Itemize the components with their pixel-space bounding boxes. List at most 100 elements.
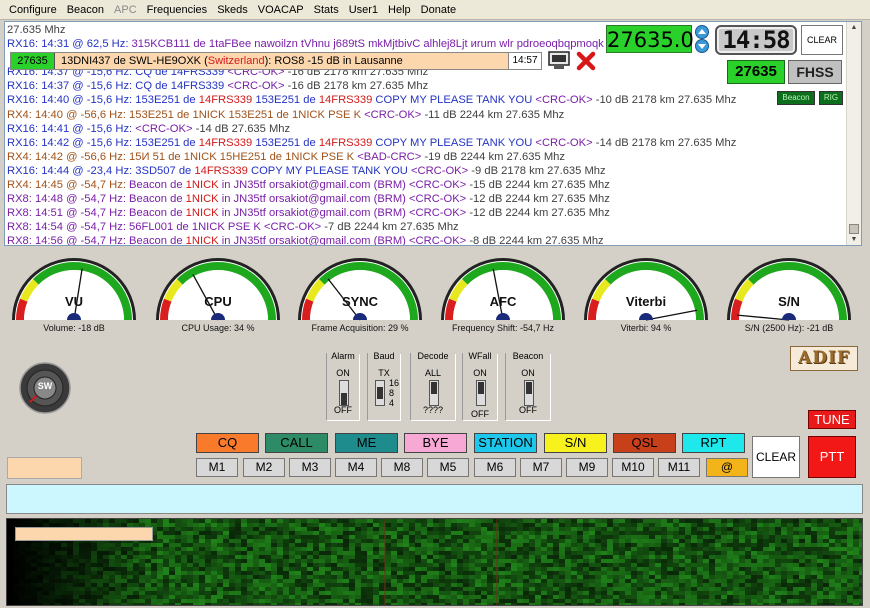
menu-user1[interactable]: User1: [344, 0, 383, 20]
memory-m8-button[interactable]: M8: [381, 458, 423, 477]
gauge-viterbi: Viterbi Viterbi: 94 %: [582, 258, 710, 334]
log-segment: COPY MY PLEASE TANK YOU: [247, 164, 411, 177]
gauge-title: Viterbi: [625, 294, 667, 309]
log-segment: RX16: 14:40 @ -15,6 Hz:: [7, 94, 136, 107]
memory-m11-button[interactable]: M11: [658, 458, 700, 477]
macro-call-button[interactable]: CALL: [265, 433, 328, 453]
spot-text: 13DNI437 de SWL-HE9OXK (Switzerland): RO…: [55, 55, 539, 67]
alarm-title: Alarm: [327, 351, 359, 361]
adif-button[interactable]: ADIF: [790, 346, 858, 371]
baud-switch-group: Baud TX 16 8 4: [367, 351, 401, 421]
menu-beacon[interactable]: Beacon: [62, 0, 109, 20]
macro-station-button[interactable]: STATION: [474, 433, 537, 453]
log-segment: RX4: 14:40 @ -56,6 Hz:: [7, 108, 130, 121]
log-segment: <BAD-CRC>: [357, 150, 422, 163]
log-segment: <CRC-OK>: [135, 122, 193, 135]
gauge-afc: AFC Frequency Shift: -54,7 Hz: [439, 258, 567, 334]
log-segment: RX16: 14:44 @ -23,4 Hz:: [7, 164, 136, 177]
menu-voacap[interactable]: VOACAP: [253, 0, 309, 20]
baud-toggle[interactable]: [375, 380, 385, 406]
memory-m3-button[interactable]: M3: [289, 458, 331, 477]
waterfall-label: [15, 527, 153, 541]
scroll-thumb[interactable]: [849, 224, 859, 234]
frequency-display[interactable]: 27635.0: [606, 25, 694, 53]
gauge-title: S/N: [778, 294, 800, 309]
memory-m6-button[interactable]: M6: [474, 458, 516, 477]
log-segment: <CRC-OK>: [364, 108, 422, 121]
wfall-off-label: OFF: [471, 409, 489, 419]
gauge-caption: Volume: -18 dB: [43, 323, 105, 333]
log-segment: 1NICK: [185, 235, 219, 246]
macro-s-n-button[interactable]: S/N: [544, 433, 607, 453]
macro-cq-button[interactable]: CQ: [196, 433, 259, 453]
scroll-up-icon[interactable]: ▲: [849, 23, 859, 32]
monitor-icon[interactable]: [548, 51, 570, 71]
memory-m9-button[interactable]: M9: [566, 458, 608, 477]
macro-qsl-button[interactable]: QSL: [613, 433, 676, 453]
tx-message-input[interactable]: [6, 484, 863, 514]
menu-apc[interactable]: APC: [109, 0, 142, 20]
beacon-toggle[interactable]: [524, 380, 534, 406]
memory-m4-button[interactable]: M4: [335, 458, 377, 477]
log-segment: -8 dB 2244 km 27.635 Mhz: [466, 235, 604, 246]
callsign-field[interactable]: [7, 457, 82, 479]
log-segment: -14 dB 27.635 Mhz: [192, 122, 291, 135]
tune-button[interactable]: TUNE: [808, 410, 856, 429]
clear-tx-button[interactable]: CLEAR: [752, 436, 800, 478]
menu-frequencies[interactable]: Frequencies: [142, 0, 213, 20]
frequency-spinner[interactable]: [693, 25, 711, 53]
log-segment: RX4: 14:42 @ -56,6 Hz:: [7, 150, 130, 163]
memory-at-button[interactable]: @: [706, 458, 748, 477]
menu-help[interactable]: Help: [383, 0, 416, 20]
menu-skeds[interactable]: Skeds: [212, 0, 253, 20]
beacon-indicator: Beacon: [777, 91, 815, 105]
memory-m1-button[interactable]: M1: [196, 458, 238, 477]
close-x-icon[interactable]: [575, 50, 597, 72]
log-segment: -16 dB 2178 km 27.635 Mhz: [284, 80, 429, 93]
memory-m2-button[interactable]: M2: [243, 458, 285, 477]
log-segment: 315KCB111 de 1taFBee nawoilzn tVhnu j689…: [131, 38, 604, 51]
menu-configure[interactable]: Configure: [4, 0, 62, 20]
macro-rpt-button[interactable]: RPT: [682, 433, 745, 453]
gauge-caption: S/N (2500 Hz): -21 dB: [744, 323, 834, 333]
gauge-title: AFC: [489, 294, 517, 309]
waterfall-display[interactable]: [6, 518, 863, 606]
gauge-title: VU: [64, 294, 84, 309]
menu-stats[interactable]: Stats: [309, 0, 344, 20]
menu-donate[interactable]: Donate: [416, 0, 461, 20]
log-segment: RX16: 14:41 @ -15,6 Hz:: [7, 122, 136, 135]
log-segment: COPY MY PLEASE TANK YOU: [372, 94, 536, 107]
log-segment: 1NICK: [185, 193, 219, 206]
log-scrollbar[interactable]: ▲ ▼: [846, 22, 861, 245]
log-line: RX16: 14:41 @ -15,6 Hz: <CRC-OK> -14 dB …: [7, 122, 845, 136]
clear-log-button[interactable]: CLEAR: [801, 25, 843, 55]
alarm-toggle[interactable]: [339, 380, 349, 406]
macro-me-button[interactable]: ME: [335, 433, 398, 453]
log-segment: -14 dB 2178 km 27.635 Mhz: [592, 136, 737, 149]
macro-bye-button[interactable]: BYE: [404, 433, 467, 453]
gauge-s-n: S/N S/N (2500 Hz): -21 dB: [725, 258, 853, 334]
log-segment: <CRC-OK>: [409, 193, 467, 206]
gauge-cpu: CPU CPU Usage: 34 %: [154, 258, 282, 334]
log-line: RX16: 14:44 @ -23,4 Hz: 3SD507 de 14FRS3…: [7, 164, 845, 178]
memory-m7-button[interactable]: M7: [520, 458, 562, 477]
clock-display: 14:58: [715, 25, 797, 55]
log-line: RX4: 14:45 @ -54,7 Hz: Beacon de 1NICK i…: [7, 178, 845, 192]
log-segment: 14FRS339: [198, 94, 253, 107]
log-segment: <CRC-OK>: [409, 179, 467, 192]
memory-m10-button[interactable]: M10: [612, 458, 654, 477]
channel-frequency[interactable]: 27635: [727, 60, 785, 84]
log-line: RX8: 14:51 @ -54,7 Hz: Beacon de 1NICK i…: [7, 206, 845, 220]
decode-toggle[interactable]: [429, 380, 439, 406]
scroll-down-icon[interactable]: ▼: [849, 235, 859, 244]
memory-m5-button[interactable]: M5: [427, 458, 469, 477]
log-segment: 14FRS339: [194, 164, 248, 177]
log-segment: 14FRS339: [318, 136, 373, 149]
wfall-toggle[interactable]: [476, 380, 486, 406]
baud-4: 4: [389, 398, 395, 408]
ptt-button[interactable]: PTT: [808, 436, 856, 478]
fhss-button[interactable]: FHSS: [788, 60, 842, 84]
log-segment: RX4: 14:45 @ -54,7 Hz:: [7, 179, 130, 192]
menu-bar: Configure Beacon APC Frequencies Skeds VOACAP…: [0, 0, 870, 20]
beacon-switch-group: Beacon ON OFF: [505, 351, 551, 421]
